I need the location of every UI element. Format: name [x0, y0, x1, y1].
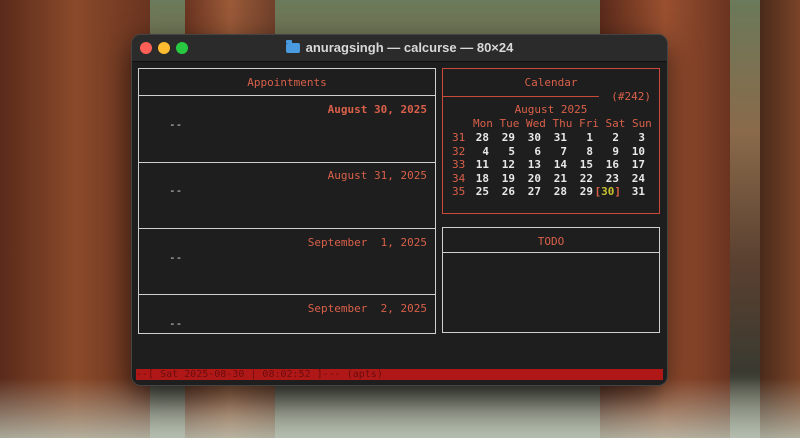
calendar-day[interactable]: 2 — [599, 131, 619, 144]
calendar-day[interactable]: 24 — [625, 172, 645, 185]
calendar-day[interactable]: 11 — [469, 158, 489, 171]
todo-title: TODO — [537, 235, 565, 248]
appointment-entry-4[interactable]: -- — [169, 317, 182, 330]
folder-icon — [285, 40, 300, 53]
calendar-day[interactable]: 26 — [495, 185, 515, 198]
week-number: 34 — [452, 171, 466, 185]
menu-key: s — [241, 383, 248, 385]
calendar-title: Calendar — [524, 76, 578, 89]
week-number: 33 — [452, 158, 466, 171]
calendar-day[interactable]: 31 — [547, 131, 567, 144]
appointment-entry-1[interactable]: -- — [169, 118, 182, 131]
appointment-entry-2[interactable]: -- — [169, 184, 182, 197]
day-divider — [139, 228, 435, 229]
day-of-year: (#242) — [611, 90, 651, 103]
calendar-day[interactable]: 17 — [625, 158, 645, 171]
calendar-day[interactable]: 27 — [521, 185, 541, 198]
calendar-month: August 2025 — [514, 103, 588, 116]
calendar-day[interactable]: 19 — [495, 172, 515, 185]
fog — [0, 378, 800, 438]
todo-panel[interactable]: TODO — [442, 227, 660, 333]
calendar-day[interactable]: 4 — [469, 145, 489, 158]
menu-key: k — [497, 383, 504, 385]
week-number: 32 — [452, 144, 466, 158]
tree-trunk-left — [0, 0, 150, 438]
tree-trunk-far-right — [760, 0, 800, 438]
status-bar: --[ Sat 2025-08-30 | 08:02:52 ]--- (apts… — [136, 369, 663, 380]
appointment-date-1[interactable]: August 30, 2025 — [328, 103, 427, 116]
calendar-weekdays: Mon Tue Wed Thu Fri Sat Sun — [473, 117, 652, 130]
appointments-panel[interactable]: Appointments August 30, 2025 -- August 3… — [138, 68, 436, 334]
calendar-day[interactable]: 25 — [469, 185, 489, 198]
calendar-day[interactable]: 29 — [495, 131, 515, 144]
calendar-day-selected[interactable]: [30] — [593, 185, 622, 198]
calendar-day[interactable]: 29 — [573, 185, 593, 198]
menu-key: TAB — [306, 383, 326, 385]
window-title-wrap: anuragsingh — calcurse — 80×24 — [132, 40, 667, 55]
calendar-day[interactable]: 13 — [521, 158, 541, 171]
appointment-date-2[interactable]: August 31, 2025 — [328, 169, 427, 182]
calendar-day[interactable]: 9 — [599, 145, 619, 158]
appointment-date-4[interactable]: September 2, 2025 — [308, 302, 427, 315]
calendar-day[interactable]: 22 — [573, 172, 593, 185]
calendar-day[interactable]: 8 — [573, 145, 593, 158]
menu-key: ^N — [395, 383, 408, 385]
calendar-day[interactable]: 5 — [495, 145, 515, 158]
terminal-content[interactable]: Appointments August 30, 2025 -- August 3… — [132, 62, 667, 385]
menu-label[interactable]: Chg Win — [332, 383, 378, 385]
calendar-day[interactable]: 20 — [521, 172, 541, 185]
terminal-window[interactable]: anuragsingh — calcurse — 80×24 Appointme… — [131, 34, 668, 386]
appointments-divider — [139, 95, 435, 96]
menu-label[interactable]: Help — [168, 383, 195, 385]
calendar-day[interactable]: 1 — [573, 131, 593, 144]
calendar-day[interactable]: 12 — [495, 158, 515, 171]
menu-key: h — [583, 383, 590, 385]
todo-divider — [443, 252, 659, 253]
day-divider — [139, 162, 435, 163]
week-number: 35 — [452, 185, 466, 198]
calendar-day[interactable]: 31 — [625, 185, 645, 198]
calendar-day[interactable]: 28 — [547, 185, 567, 198]
calendar-day[interactable]: 15 — [573, 158, 593, 171]
day-divider — [139, 294, 435, 295]
calendar-day[interactable]: 21 — [547, 172, 567, 185]
calendar-day[interactable]: 7 — [547, 145, 567, 158]
calendar-day[interactable]: 10 — [625, 145, 645, 158]
window-title: anuragsingh — calcurse — 80×24 — [305, 40, 514, 55]
calendar-day[interactable]: 23 — [599, 172, 619, 185]
appointment-date-3[interactable]: September 1, 2025 — [308, 236, 427, 249]
calendar-day[interactable]: 3 — [625, 131, 645, 144]
calendar-divider — [443, 96, 599, 97]
menu-label[interactable]: Save — [254, 383, 281, 385]
calendar-day[interactable]: 30 — [521, 131, 541, 144]
title-bar[interactable]: anuragsingh — calcurse — 80×24 — [132, 35, 667, 62]
menu-label[interactable]: Nxt View — [414, 383, 467, 385]
calendar-day[interactable]: 6 — [521, 145, 541, 158]
menu-key: ? — [155, 383, 162, 385]
calendar-day[interactable]: 16 — [599, 158, 619, 171]
menu-label[interactable]: Left — [596, 383, 623, 385]
calendar-day[interactable]: 18 — [469, 172, 489, 185]
calendar-day[interactable]: 28 — [469, 131, 489, 144]
appointment-entry-3[interactable]: -- — [169, 251, 182, 264]
calendar-day[interactable]: 14 — [547, 158, 567, 171]
menu-label[interactable]: Up — [510, 383, 523, 385]
week-number: 31 — [452, 131, 466, 144]
calendar-panel[interactable]: Calendar (#242) August 2025 Mon Tue Wed … — [442, 68, 660, 214]
appointments-title: Appointments — [247, 76, 327, 89]
